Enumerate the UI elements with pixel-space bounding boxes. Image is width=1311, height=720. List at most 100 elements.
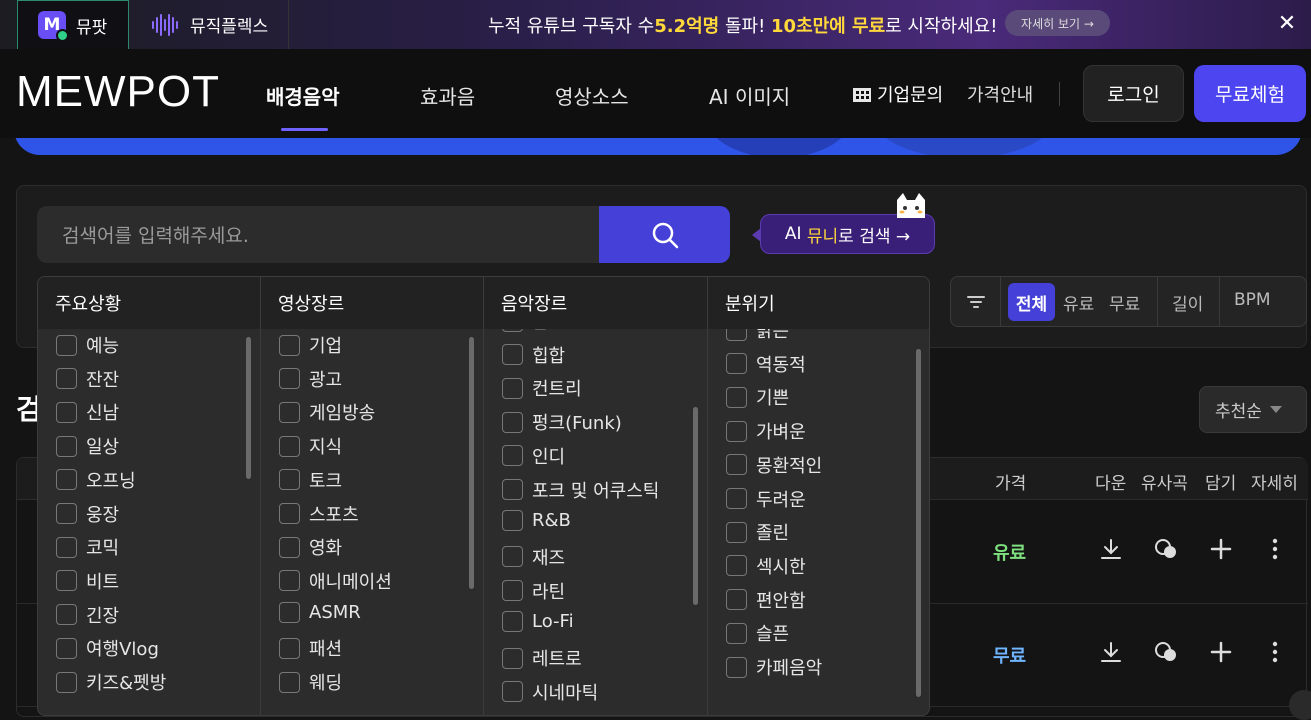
checkbox-item[interactable]: 팝: [502, 329, 549, 334]
checkbox[interactable]: [502, 510, 523, 532]
similar-songs-icon[interactable]: [1154, 537, 1178, 561]
filter-free[interactable]: 무료: [1109, 290, 1140, 315]
scrollbar[interactable]: [916, 349, 921, 697]
checkbox[interactable]: [502, 611, 523, 633]
checkbox-item[interactable]: 기쁜: [726, 384, 789, 410]
filter-toggle[interactable]: [951, 277, 1001, 326]
checkbox[interactable]: [56, 401, 77, 423]
checkbox[interactable]: [502, 546, 523, 568]
checkbox-item[interactable]: 밝은: [726, 329, 789, 343]
checkbox[interactable]: [502, 681, 523, 703]
close-icon[interactable]: ✕: [1275, 11, 1299, 36]
checkbox-item[interactable]: 포크 및 어쿠스틱: [502, 477, 659, 503]
checkbox-item[interactable]: 기업: [279, 332, 342, 358]
checkbox-item[interactable]: 영화: [279, 534, 342, 560]
checkbox[interactable]: [726, 488, 747, 509]
checkbox-item[interactable]: 지식: [279, 433, 342, 459]
checkbox[interactable]: [279, 570, 300, 592]
more-options-icon[interactable]: [1263, 640, 1287, 664]
checkbox-item[interactable]: 슬픈: [726, 620, 789, 646]
site-logo[interactable]: MEWPOT: [16, 67, 220, 117]
checkbox-item[interactable]: 컨트리: [502, 375, 582, 401]
tab-mewpot[interactable]: M 뮤팟: [17, 0, 129, 49]
checkbox-item[interactable]: 키즈&펫방: [56, 669, 166, 695]
checkbox-item[interactable]: 웨딩: [279, 669, 342, 695]
checkbox-item[interactable]: 몽환적인: [726, 452, 822, 478]
checkbox[interactable]: [56, 503, 77, 524]
checkbox-item[interactable]: 일상: [56, 433, 119, 459]
checkbox-item[interactable]: 긴장: [56, 602, 119, 628]
checkbox[interactable]: [279, 368, 300, 390]
checkbox-item[interactable]: 예능: [56, 332, 119, 358]
add-icon[interactable]: [1209, 640, 1233, 664]
checkbox-item[interactable]: 오프닝: [56, 467, 136, 493]
checkbox[interactable]: [726, 353, 747, 375]
nav-corporate[interactable]: 기업문의: [852, 81, 943, 107]
search-button[interactable]: [599, 206, 730, 263]
checkbox[interactable]: [56, 334, 77, 356]
checkbox[interactable]: [279, 536, 300, 558]
checkbox[interactable]: [502, 479, 523, 500]
checkbox-item[interactable]: 신남: [56, 399, 119, 425]
checkbox[interactable]: [279, 637, 300, 659]
tab-musicflex[interactable]: 뮤직플렉스: [130, 0, 289, 49]
checkbox[interactable]: [279, 601, 300, 623]
search-input[interactable]: 검색어를 입력해주세요.: [37, 206, 600, 263]
checkbox-item[interactable]: 패션: [279, 635, 342, 661]
checkbox-item[interactable]: 웅장: [56, 501, 119, 527]
checkbox-item[interactable]: 힙합: [502, 342, 565, 368]
checkbox-item[interactable]: 시네마틱: [502, 679, 598, 705]
checkbox[interactable]: [726, 555, 747, 577]
checkbox-item[interactable]: ASMR: [279, 601, 361, 623]
checkbox-item[interactable]: 광고: [279, 366, 342, 392]
checkbox[interactable]: [56, 570, 77, 592]
checkbox-item[interactable]: 라틴: [502, 578, 565, 604]
download-icon[interactable]: [1099, 537, 1123, 561]
sort-select[interactable]: 추천순: [1199, 386, 1307, 433]
checkbox[interactable]: [56, 469, 77, 491]
checkbox[interactable]: [279, 435, 300, 457]
login-button[interactable]: 로그인: [1083, 65, 1184, 122]
checkbox[interactable]: [726, 454, 747, 476]
nav-bgm[interactable]: 배경음악: [266, 81, 340, 110]
checkbox-item[interactable]: 비트: [56, 568, 119, 594]
checkbox-item[interactable]: 카페음악: [726, 654, 822, 680]
checkbox[interactable]: [502, 580, 523, 602]
checkbox[interactable]: [726, 386, 747, 408]
checkbox[interactable]: [279, 503, 300, 524]
checkbox-item[interactable]: 토크: [279, 467, 342, 493]
checkbox-item[interactable]: 섹시한: [726, 553, 806, 579]
checkbox-item[interactable]: 레트로: [502, 645, 582, 671]
checkbox-item[interactable]: 재즈: [502, 544, 565, 570]
nav-sfx[interactable]: 효과음: [420, 81, 475, 110]
banner-more-button[interactable]: 자세히 보기 →: [1005, 10, 1110, 36]
checkbox[interactable]: [502, 377, 523, 399]
checkbox[interactable]: [726, 656, 747, 678]
checkbox-item[interactable]: 가벼운: [726, 418, 806, 444]
checkbox-item[interactable]: R&B: [502, 510, 571, 532]
checkbox[interactable]: [56, 671, 77, 693]
checkbox[interactable]: [502, 411, 523, 433]
checkbox[interactable]: [502, 647, 523, 669]
nav-pricing[interactable]: 가격안내: [967, 81, 1033, 107]
checkbox-item[interactable]: Lo-Fi: [502, 611, 574, 633]
filter-length[interactable]: 길이: [1172, 290, 1203, 315]
checkbox[interactable]: [56, 536, 77, 558]
checkbox-item[interactable]: 여행Vlog: [56, 635, 159, 661]
checkbox[interactable]: [56, 368, 77, 390]
free-trial-button[interactable]: 무료체험: [1194, 65, 1306, 122]
checkbox-item[interactable]: 애니메이션: [279, 568, 392, 594]
checkbox[interactable]: [279, 334, 300, 356]
add-icon[interactable]: [1209, 537, 1233, 561]
checkbox[interactable]: [56, 604, 77, 626]
checkbox-item[interactable]: 잔잔: [56, 366, 119, 392]
checkbox[interactable]: [56, 435, 77, 457]
checkbox[interactable]: [56, 637, 77, 659]
checkbox[interactable]: [502, 344, 523, 366]
checkbox-item[interactable]: 편안함: [726, 587, 806, 613]
ai-search-button[interactable]: AI 뮤니 로 검색 →: [752, 214, 935, 254]
checkbox[interactable]: [502, 329, 523, 332]
scrollbar[interactable]: [246, 337, 251, 479]
checkbox-item[interactable]: 코믹: [56, 534, 119, 560]
checkbox-item[interactable]: 역동적: [726, 351, 806, 377]
